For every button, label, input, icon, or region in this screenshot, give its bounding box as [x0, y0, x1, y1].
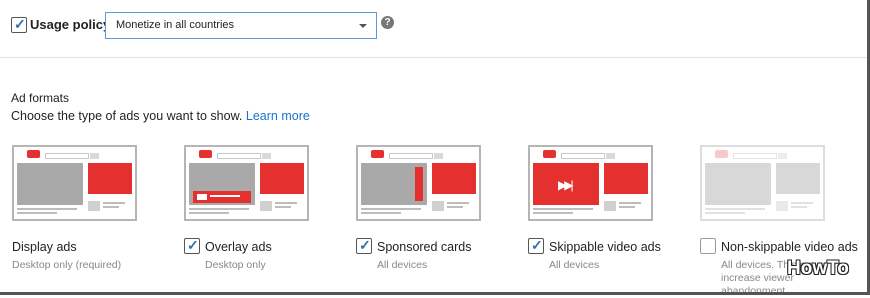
- usage-policy-select-value: Monetize in all countries: [116, 19, 235, 31]
- check-icon: ✓: [14, 16, 26, 32]
- usage-policy-checkbox[interactable]: ✓: [11, 17, 27, 33]
- sponsored-cards-label: Sponsored cards: [377, 240, 472, 254]
- skippable-ads-label: Skippable video ads: [549, 240, 661, 254]
- help-icon[interactable]: ?: [381, 16, 394, 29]
- check-icon: ✓: [531, 237, 543, 253]
- skippable-ads-checkbox[interactable]: ✓: [528, 238, 544, 254]
- non-skippable-ads-label: Non-skippable video ads: [721, 240, 858, 254]
- youtube-logo-icon: [360, 150, 384, 158]
- sponsored-cards-thumbnail: [356, 145, 481, 221]
- youtube-logo-icon: [532, 150, 556, 158]
- skippable-ads-sublabel: All devices: [549, 259, 600, 271]
- section-divider: [0, 57, 867, 58]
- display-ads-label: Display ads: [12, 240, 77, 254]
- check-icon: ✓: [359, 237, 371, 253]
- overlay-ads-sublabel: Desktop only: [205, 259, 266, 271]
- ad-formats-description: Choose the type of ads you want to show.…: [11, 109, 310, 123]
- ad-formats-description-text: Choose the type of ads you want to show.: [11, 109, 243, 123]
- watermark-logo: HowTo: [787, 258, 849, 279]
- youtube-logo-icon: [188, 150, 212, 158]
- non-skippable-ads-checkbox[interactable]: [700, 238, 716, 254]
- display-ads-sublabel: Desktop only (required): [12, 259, 122, 271]
- overlay-ads-checkbox[interactable]: ✓: [184, 238, 200, 254]
- overlay-ads-label: Overlay ads: [205, 240, 272, 254]
- ad-formats-title: Ad formats: [11, 91, 70, 105]
- skippable-ads-thumbnail: ▶▶|: [528, 145, 653, 221]
- usage-policy-label: Usage policy: [30, 17, 111, 32]
- display-ads-thumbnail: [12, 145, 137, 221]
- youtube-logo-icon: [16, 150, 40, 158]
- usage-policy-select[interactable]: Monetize in all countries: [105, 12, 377, 39]
- sponsored-cards-checkbox[interactable]: ✓: [356, 238, 372, 254]
- sponsored-cards-sublabel: All devices: [377, 259, 428, 271]
- youtube-logo-icon: [704, 150, 728, 158]
- overlay-ads-thumbnail: [184, 145, 309, 221]
- chevron-down-icon: [359, 24, 367, 28]
- check-icon: ✓: [187, 237, 199, 253]
- non-skippable-ads-thumbnail: [700, 145, 825, 221]
- learn-more-link[interactable]: Learn more: [246, 109, 310, 123]
- skip-forward-icon: ▶▶|: [558, 178, 573, 192]
